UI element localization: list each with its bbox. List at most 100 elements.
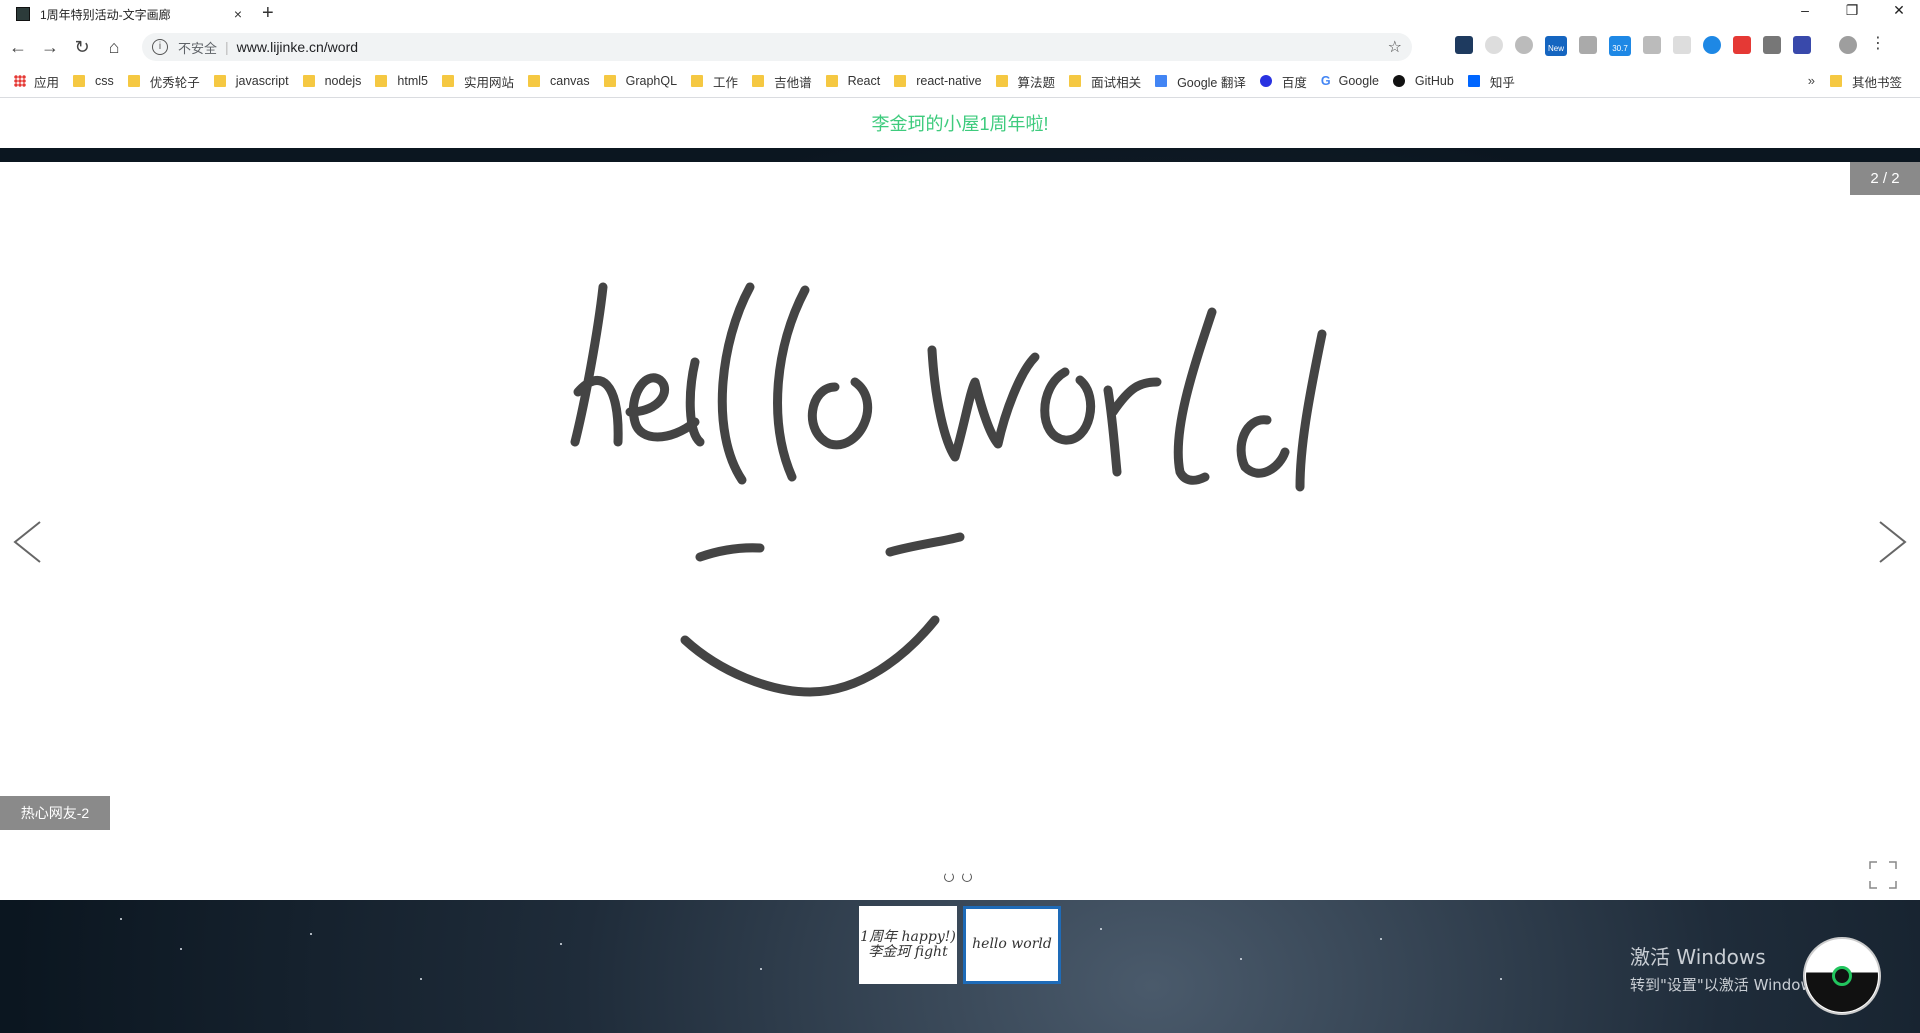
bookmark-label: 应用 — [34, 75, 60, 90]
folder-icon — [213, 75, 226, 87]
slide-dot[interactable] — [962, 872, 972, 882]
insecure-label: 不安全 — [178, 40, 218, 56]
bookmark-folder[interactable]: React — [825, 74, 880, 88]
thumbnail[interactable]: 1周年 happy!) 李金珂 fight — [859, 906, 957, 984]
tab-close-icon[interactable]: × — [234, 6, 242, 22]
bookmark-baidu[interactable]: 百度 — [1259, 72, 1307, 91]
slide-dot[interactable] — [944, 872, 954, 882]
bookmark-label: 吉他谱 — [774, 75, 812, 90]
info-icon[interactable]: i — [152, 39, 168, 55]
bookmark-folder[interactable]: 面试相关 — [1069, 72, 1141, 91]
folder-icon — [442, 75, 454, 87]
bookmark-label: 实用网站 — [464, 75, 515, 90]
bookmark-folder[interactable]: 优秀轮子 — [127, 72, 200, 91]
extensions-bar: New 30.7 ⋮ — [1455, 36, 1887, 56]
extension-icon[interactable] — [1579, 36, 1597, 54]
address-bar[interactable]: i 不安全 | www.lijinke.cn/word ☆ — [142, 33, 1412, 61]
extension-icon[interactable] — [1515, 36, 1533, 54]
bookmark-label: html5 — [397, 74, 428, 88]
slide-dots — [944, 872, 972, 882]
new-badge-icon[interactable]: New — [1545, 36, 1567, 56]
bookmark-label: 优秀轮子 — [149, 75, 200, 90]
zhihu-icon — [1467, 75, 1480, 87]
bookmark-label: 面试相关 — [1091, 75, 1142, 90]
extension-icon[interactable] — [1793, 36, 1811, 54]
menu-icon[interactable]: ⋮ — [1869, 36, 1887, 54]
tab-title: 1周年特别活动-文字画廊 — [40, 7, 171, 22]
mail-icon[interactable] — [1643, 36, 1661, 54]
bookmark-folder[interactable]: canvas — [528, 74, 590, 88]
page-content: 李金珂的小屋1周年啦! 2 / 2 热心网友-2 1周年 happy!) 李金珂… — [0, 98, 1920, 1033]
bookmark-folder[interactable]: 工作 — [691, 72, 738, 91]
bookmark-folder[interactable]: 算法题 — [995, 72, 1056, 91]
baidu-icon — [1259, 75, 1272, 87]
react-devtools-icon[interactable] — [1455, 36, 1473, 54]
bookmark-folder[interactable]: react-native — [894, 74, 982, 88]
bookmark-folder[interactable]: html5 — [375, 74, 428, 88]
bookmark-folder[interactable]: css — [73, 74, 114, 88]
headphones-icon — [1832, 966, 1852, 986]
bookmark-folder[interactable]: javascript — [213, 74, 289, 88]
page-title: 李金珂的小屋1周年啦! — [871, 114, 1049, 134]
back-icon[interactable]: ← — [4, 33, 32, 61]
eyedropper-icon[interactable] — [1763, 36, 1781, 54]
divider: | — [225, 39, 229, 55]
folder-icon — [302, 75, 315, 87]
weather-icon[interactable]: 30.7 — [1609, 36, 1631, 56]
folder-icon — [691, 75, 704, 87]
author-caption: 热心网友-2 — [0, 796, 110, 830]
bookmark-other[interactable]: 其他书签 — [1829, 67, 1902, 95]
folder-icon — [528, 75, 541, 87]
thumbnail-active[interactable]: hello world — [963, 906, 1061, 984]
new-tab-button[interactable]: + — [262, 2, 274, 25]
bookmark-folder[interactable]: 吉他谱 — [752, 72, 812, 91]
bookmark-github[interactable]: GitHub — [1392, 74, 1454, 88]
image-viewer: 2 / 2 热心网友-2 — [0, 162, 1920, 900]
tab-strip: 1周年特别活动-文字画廊 × + – ❐ ✕ — [0, 0, 1920, 28]
reload-icon[interactable]: ↻ — [68, 33, 96, 61]
music-player-button[interactable] — [1803, 937, 1881, 1015]
fullscreen-icon[interactable] — [1868, 860, 1898, 890]
url-text[interactable]: www.lijinke.cn/word — [237, 39, 358, 55]
profile-icon[interactable] — [1839, 36, 1857, 54]
restore-button[interactable]: ❐ — [1837, 2, 1867, 19]
toolbar: ← → ↻ ⌂ i 不安全 | www.lijinke.cn/word ☆ Ne… — [0, 29, 1920, 65]
home-icon[interactable]: ⌂ — [100, 33, 128, 61]
bookmark-label: 其他书签 — [1851, 75, 1902, 90]
minimize-button[interactable]: – — [1790, 2, 1820, 18]
bookmark-apps[interactable]: 应用 — [14, 72, 59, 91]
github-icon — [1392, 75, 1405, 87]
bookmark-label: 算法题 — [1017, 75, 1056, 90]
slide-counter: 2 / 2 — [1850, 162, 1920, 195]
album-cover — [1806, 940, 1878, 1012]
more-bookmarks-icon[interactable]: » — [1808, 73, 1815, 88]
folder-icon — [995, 75, 1008, 87]
bookmark-google-translate[interactable]: Google 翻译 — [1155, 72, 1246, 91]
fe-icon[interactable] — [1733, 36, 1751, 54]
folder-icon — [127, 75, 140, 87]
tab-active[interactable]: 1周年特别活动-文字画廊 × — [8, 0, 248, 28]
apps-icon — [14, 75, 26, 87]
close-window-button[interactable]: ✕ — [1884, 2, 1914, 19]
bookmark-label: 百度 — [1281, 75, 1307, 90]
forward-icon[interactable]: → — [36, 33, 64, 61]
extension-icon[interactable] — [1703, 36, 1721, 54]
bookmark-label: react-native — [916, 74, 982, 88]
bookmark-star-icon[interactable]: ☆ — [1388, 37, 1402, 57]
bookmark-google[interactable]: G Google — [1321, 74, 1379, 88]
prev-arrow-icon[interactable] — [10, 512, 50, 572]
thumbnail-strip: 1周年 happy!) 李金珂 fight hello world — [859, 906, 1061, 984]
bookmark-label: javascript — [235, 74, 289, 88]
bookmark-folder[interactable]: nodejs — [302, 74, 361, 88]
extension-icon[interactable] — [1485, 36, 1503, 54]
folder-icon — [375, 75, 388, 87]
bookmark-zhihu[interactable]: 知乎 — [1467, 72, 1515, 91]
extension-icon[interactable] — [1673, 36, 1691, 54]
bookmark-label: GitHub — [1414, 74, 1454, 88]
bookmark-label: canvas — [550, 74, 590, 88]
bookmark-folder[interactable]: 实用网站 — [442, 72, 514, 91]
bookmark-folder[interactable]: GraphQL — [603, 74, 677, 88]
handwritten-drawing — [570, 282, 1327, 697]
next-arrow-icon[interactable] — [1870, 512, 1910, 572]
bookmark-label: css — [95, 74, 114, 88]
